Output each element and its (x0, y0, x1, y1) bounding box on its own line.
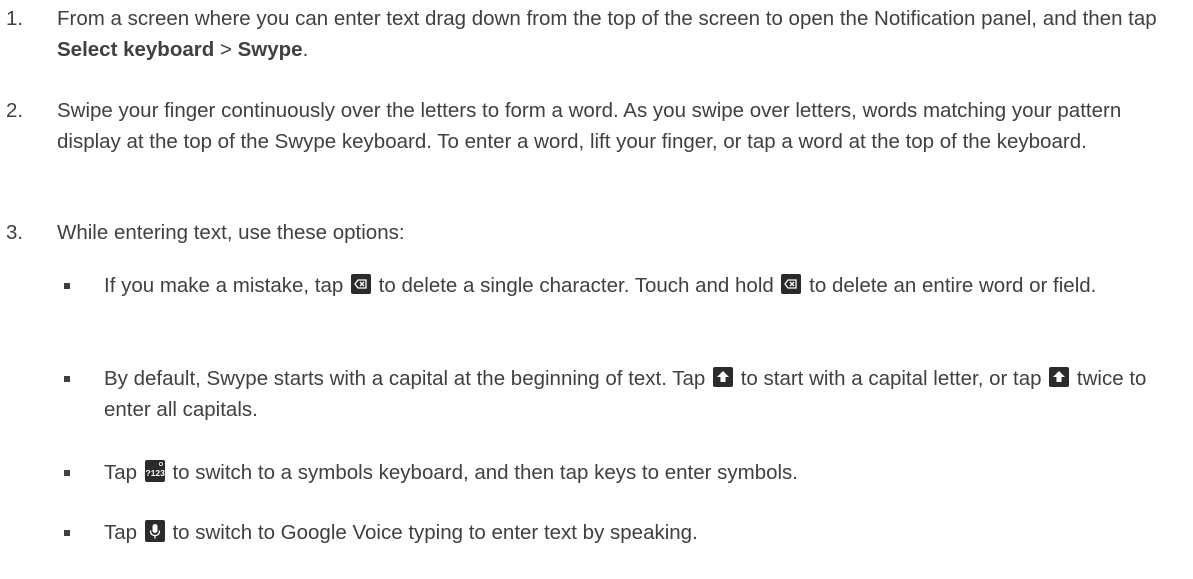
shift-key-icon (713, 367, 734, 387)
option-text-part: to start with a capital letter, or tap (735, 367, 1048, 390)
option-text-part: Tap (104, 461, 143, 484)
bullet-icon (64, 530, 70, 536)
option-text: Tap ?123 to switch to a symbols keyboard… (104, 457, 1185, 488)
step-number: 2. (6, 99, 24, 122)
bullet-icon (64, 470, 70, 476)
step-text: From a screen where you can enter text d… (57, 3, 1185, 65)
step-text-end: . (302, 38, 309, 61)
shift-key-icon (1049, 367, 1070, 387)
delete-key-icon (781, 274, 802, 294)
step-number: 1. (6, 7, 24, 30)
swype-label: Swype (237, 38, 303, 61)
option-text-part: If you make a mistake, tap (104, 274, 349, 297)
step-number: 3. (6, 221, 24, 244)
separator: > (214, 38, 238, 61)
option-text-part: to delete a single character. Touch and … (372, 274, 780, 297)
bullet-icon (64, 283, 70, 289)
option-text: If you make a mistake, tap to delete a s… (104, 270, 1185, 301)
option-text-part: to switch to a symbols keyboard, and the… (166, 461, 799, 484)
svg-text:?123: ?123 (145, 468, 165, 478)
option-text: By default, Swype starts with a capital … (104, 363, 1185, 425)
instructions-document: 1. From a screen where you can enter tex… (0, 0, 1193, 579)
step-text: While entering text, use these options: (57, 221, 405, 244)
select-keyboard-label: Select keyboard (57, 38, 215, 61)
symbols-key-icon: ?123 (144, 460, 165, 482)
step-text: Swipe your finger continuously over the … (57, 99, 1122, 153)
bullet-icon (64, 376, 70, 382)
option-text-part: By default, Swype starts with a capital … (104, 367, 712, 390)
option-text-part: Tap (104, 521, 143, 544)
step-text-part: From a screen where you can enter text d… (57, 7, 1157, 30)
microphone-key-icon (144, 520, 165, 542)
option-text-part: to switch to Google Voice typing to ente… (166, 521, 698, 544)
option-text: Tap to switch to Google Voice typing to … (104, 517, 1185, 548)
option-text-part: to delete an entire word or field. (803, 274, 1097, 297)
delete-key-icon (350, 274, 371, 294)
